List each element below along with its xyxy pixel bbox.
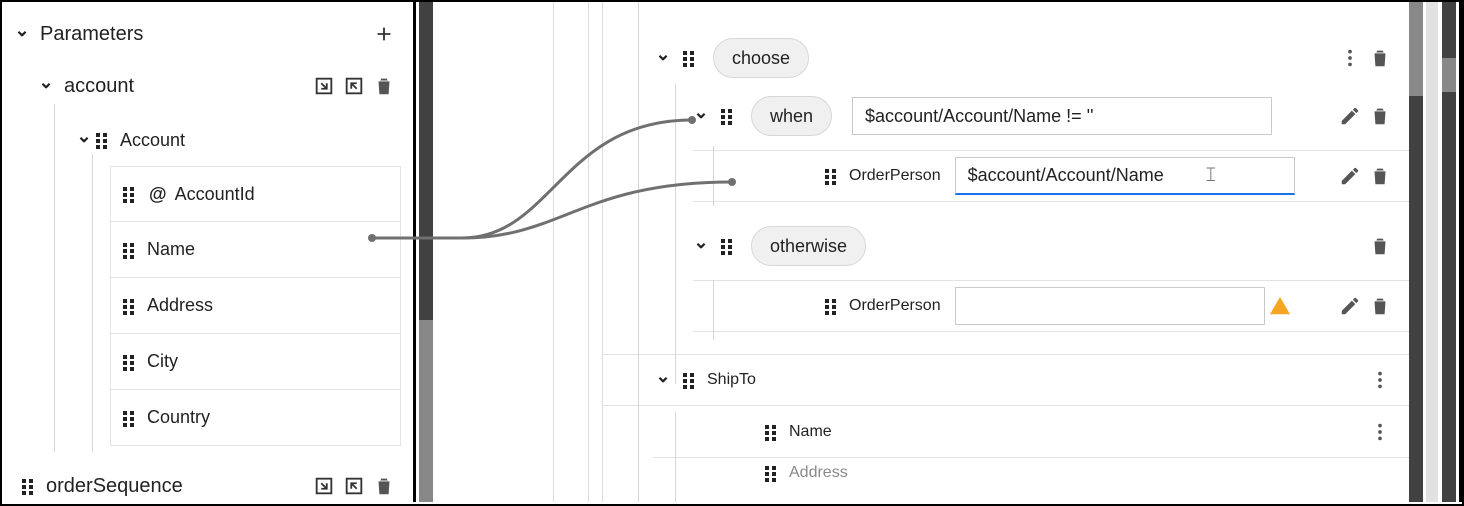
orderperson-label: OrderPerson bbox=[849, 297, 941, 315]
expand-up-icon[interactable] bbox=[339, 71, 369, 101]
delete-button[interactable] bbox=[1365, 43, 1395, 73]
account-param-row[interactable]: account bbox=[2, 60, 413, 112]
field-label: Address bbox=[789, 464, 848, 482]
field-label: Name bbox=[147, 239, 195, 260]
field-label: AccountId bbox=[175, 184, 255, 205]
expand-down-icon[interactable] bbox=[309, 71, 339, 101]
choose-pill[interactable]: choose bbox=[713, 38, 809, 78]
warning-icon bbox=[1265, 291, 1295, 321]
field-name[interactable]: Name bbox=[110, 222, 401, 278]
scrollbar-thumb[interactable] bbox=[419, 320, 433, 502]
drag-handle-icon[interactable] bbox=[763, 464, 781, 482]
drag-handle-icon[interactable] bbox=[121, 297, 139, 315]
drag-handle-icon[interactable] bbox=[823, 297, 841, 315]
expand-up-icon[interactable] bbox=[339, 471, 369, 501]
when-row[interactable]: when $account/Account/Name != '' bbox=[603, 90, 1409, 142]
drag-handle-icon[interactable] bbox=[20, 477, 38, 495]
caret-icon[interactable] bbox=[653, 49, 673, 67]
when-orderperson-row[interactable]: OrderPerson $account/Account/Name 𝙸 bbox=[693, 150, 1409, 202]
delete-button[interactable] bbox=[1365, 291, 1395, 321]
delete-param-button[interactable] bbox=[369, 471, 399, 501]
add-parameter-button[interactable] bbox=[369, 19, 399, 49]
delete-button[interactable] bbox=[1365, 161, 1395, 191]
caret-icon[interactable] bbox=[36, 77, 56, 95]
right-scrollbars bbox=[1409, 2, 1464, 502]
orderperson-value-text: $account/Account/Name bbox=[968, 165, 1164, 186]
scrollbar bbox=[1459, 2, 1464, 502]
scrollbar-thumb[interactable] bbox=[1409, 2, 1423, 96]
field-label: Country bbox=[147, 407, 210, 428]
field-label: Name bbox=[789, 423, 832, 441]
scrollbar[interactable] bbox=[1442, 2, 1456, 502]
drag-handle-icon[interactable] bbox=[681, 371, 699, 389]
parameters-panel: Parameters account bbox=[2, 2, 416, 502]
scrollbar[interactable] bbox=[1409, 2, 1423, 502]
drag-handle-icon[interactable] bbox=[121, 353, 139, 371]
field-city[interactable]: City bbox=[110, 334, 401, 390]
target-panel: choose when $account/Account/Name != '' … bbox=[603, 2, 1409, 502]
edit-button[interactable] bbox=[1335, 291, 1365, 321]
edit-button[interactable] bbox=[1335, 101, 1365, 131]
account-label: account bbox=[64, 75, 134, 98]
when-expression-text: $account/Account/Name != '' bbox=[865, 106, 1094, 127]
more-icon[interactable] bbox=[1365, 365, 1395, 395]
field-label: Address bbox=[147, 295, 213, 316]
middle-panel bbox=[433, 2, 603, 502]
parameters-header: Parameters bbox=[2, 8, 413, 60]
field-country[interactable]: Country bbox=[110, 390, 401, 446]
scrollbar-thumb[interactable] bbox=[1442, 58, 1456, 92]
delete-button[interactable] bbox=[1365, 101, 1395, 131]
ordersequence-label: orderSequence bbox=[46, 475, 183, 498]
drag-handle-icon[interactable] bbox=[121, 185, 139, 203]
field-address[interactable]: Address bbox=[110, 278, 401, 334]
delete-button[interactable] bbox=[1365, 231, 1395, 261]
more-icon[interactable] bbox=[1365, 417, 1395, 447]
parameters-title: Parameters bbox=[40, 23, 143, 46]
orderperson-value-input[interactable]: $account/Account/Name 𝙸 bbox=[955, 157, 1295, 195]
drag-handle-icon[interactable] bbox=[94, 131, 112, 149]
drag-handle-icon[interactable] bbox=[121, 241, 139, 259]
caret-icon[interactable] bbox=[74, 131, 94, 149]
shipto-name-row[interactable]: Name bbox=[653, 406, 1409, 458]
left-scrollbar[interactable] bbox=[419, 2, 433, 502]
drag-handle-icon[interactable] bbox=[719, 107, 737, 125]
ordersequence-row[interactable]: orderSequence bbox=[2, 460, 413, 506]
text-cursor-icon: 𝙸 bbox=[1204, 164, 1218, 187]
field-accountid[interactable]: @ AccountId bbox=[110, 166, 401, 222]
when-pill[interactable]: when bbox=[751, 96, 832, 136]
attribute-icon: @ bbox=[149, 184, 167, 205]
shipto-address-row[interactable]: Address bbox=[653, 458, 1409, 488]
caret-icon[interactable] bbox=[691, 107, 711, 125]
when-expression-input[interactable]: $account/Account/Name != '' bbox=[852, 97, 1272, 135]
shipto-row[interactable]: ShipTo bbox=[603, 354, 1409, 406]
edit-button[interactable] bbox=[1335, 161, 1365, 191]
account-type-row[interactable]: Account bbox=[2, 114, 413, 166]
field-label: City bbox=[147, 351, 178, 372]
expand-down-icon[interactable] bbox=[309, 471, 339, 501]
otherwise-row[interactable]: otherwise bbox=[603, 220, 1409, 272]
otherwise-orderperson-row[interactable]: OrderPerson bbox=[693, 280, 1409, 332]
caret-icon[interactable] bbox=[12, 25, 32, 43]
caret-icon[interactable] bbox=[691, 237, 711, 255]
orderperson-label: OrderPerson bbox=[849, 167, 941, 185]
caret-icon[interactable] bbox=[653, 371, 673, 389]
choose-row[interactable]: choose bbox=[603, 32, 1409, 84]
orderperson-empty-input[interactable] bbox=[955, 287, 1265, 325]
shipto-label: ShipTo bbox=[707, 371, 756, 389]
account-type-label: Account bbox=[120, 130, 185, 151]
drag-handle-icon[interactable] bbox=[823, 167, 841, 185]
delete-param-button[interactable] bbox=[369, 71, 399, 101]
scrollbar[interactable] bbox=[1426, 2, 1438, 502]
otherwise-pill[interactable]: otherwise bbox=[751, 226, 866, 266]
more-icon[interactable] bbox=[1335, 43, 1365, 73]
drag-handle-icon[interactable] bbox=[719, 237, 737, 255]
drag-handle-icon[interactable] bbox=[681, 49, 699, 67]
drag-handle-icon[interactable] bbox=[121, 409, 139, 427]
drag-handle-icon[interactable] bbox=[763, 423, 781, 441]
